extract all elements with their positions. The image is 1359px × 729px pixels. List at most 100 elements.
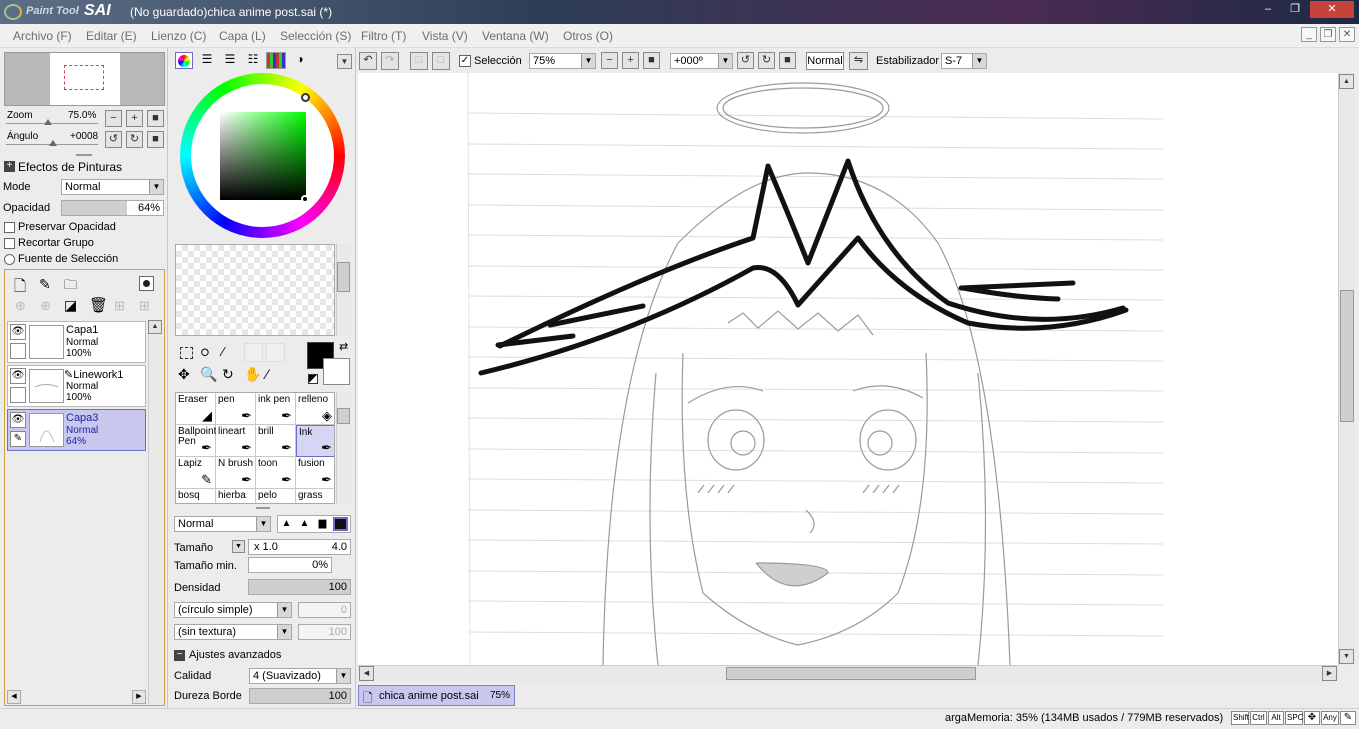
hsv-sliders-icon[interactable]: ☰ <box>220 52 240 69</box>
visibility-eye-icon[interactable]: 👁 <box>10 412 26 428</box>
brush-tool-slot[interactable]: N brush ✒ <box>216 457 256 489</box>
canvas-scroll-right-button[interactable]: ▶ <box>1322 666 1337 681</box>
brush-tool-slot[interactable]: brill ✒ <box>256 425 296 457</box>
size-slider[interactable]: x 1.0 4.0 <box>248 539 351 555</box>
close-button[interactable]: ✕ <box>1310 1 1354 18</box>
scratchpad-area[interactable] <box>175 244 335 336</box>
brush-blend-dropdown[interactable]: Normal ▼ <box>174 516 271 532</box>
rotate-left-button[interactable]: ↺ <box>105 131 122 148</box>
zoom-slider[interactable] <box>6 123 98 124</box>
expand-icon[interactable]: + <box>4 161 15 172</box>
zoom-icon[interactable]: 🔍 <box>200 366 217 383</box>
layer-item[interactable]: 👁 ✎Linework1 Normal 100% <box>7 365 146 407</box>
menu-lienzo[interactable]: Lienzo (C) <box>151 29 206 43</box>
brush-shape-dropdown[interactable]: (círculo simple) ▼ <box>174 602 292 618</box>
toolbar-rotate-right-button[interactable]: ↻ <box>758 52 775 69</box>
magic-wand-icon[interactable]: ⁄ <box>222 344 224 359</box>
restore-button[interactable]: ❐ <box>1283 1 1307 18</box>
brush-tool-slot[interactable]: Lapiz ✎ <box>176 457 216 489</box>
menu-otros[interactable]: Otros (O) <box>563 29 613 43</box>
zoom-in-button[interactable]: + <box>126 110 143 127</box>
toolbar-rotate-reset-button[interactable]: ■ <box>779 52 796 69</box>
brush-tool-slot[interactable]: toon ✒ <box>256 457 296 489</box>
brush-shape-hard-icon[interactable]: ▆ <box>315 517 330 531</box>
brush-tool-slot[interactable]: fusion ✒ <box>296 457 334 489</box>
zoom-out-button[interactable]: − <box>105 110 122 127</box>
layer-item[interactable]: 👁 Capa1 Normal 100% <box>7 321 146 363</box>
preserve-opacity-checkbox[interactable] <box>4 222 15 233</box>
selection-checkbox[interactable]: ✓ <box>459 55 471 67</box>
canvas-scroll-up-button[interactable]: ▲ <box>1339 74 1354 89</box>
layer-mask-icon[interactable] <box>139 276 154 291</box>
toolbar-zoom-in-button[interactable]: + <box>622 52 639 69</box>
zoom-slider-thumb-icon[interactable] <box>44 119 52 125</box>
collapse-icon[interactable]: − <box>174 650 185 661</box>
rotate-right-button[interactable]: ↻ <box>126 131 143 148</box>
zoom-reset-button[interactable]: ■ <box>147 110 164 127</box>
default-colors-icon[interactable] <box>308 374 318 384</box>
brush-texture-dropdown[interactable]: (sin textura) ▼ <box>174 624 292 640</box>
edge-hardness-slider[interactable]: 100 <box>249 688 351 704</box>
brush-tool-slot[interactable]: grass <box>296 489 334 503</box>
shape-strength-slider[interactable]: 0 <box>298 602 351 618</box>
panel-splitter[interactable] <box>76 154 92 156</box>
panel-menu-button[interactable]: ▼ <box>337 54 352 69</box>
visibility-eye-icon[interactable]: 👁 <box>10 368 26 384</box>
new-folder-icon[interactable]: 🗀 <box>64 276 77 298</box>
new-linework-layer-icon[interactable]: ✎ <box>39 276 51 293</box>
swatches-icon[interactable] <box>266 52 286 69</box>
drawing-canvas[interactable] <box>358 73 1338 665</box>
size-multiplier-chevron-icon[interactable]: ▼ <box>232 540 245 553</box>
clear-layer-icon[interactable]: ◪ <box>64 297 77 314</box>
layer-lock-toggle[interactable] <box>10 387 26 403</box>
scratchpad-icon[interactable]: ◑ <box>290 52 310 69</box>
mdi-restore-button[interactable]: ❐ <box>1320 27 1336 42</box>
stabilizer-dropdown[interactable]: S-7 ▼ <box>941 53 987 69</box>
selection-source-radio[interactable] <box>4 254 15 265</box>
menu-capa[interactable]: Capa (L) <box>219 29 266 43</box>
eyedropper-icon[interactable]: ⁄ <box>266 366 268 382</box>
navigator-viewport-frame[interactable] <box>64 65 104 90</box>
color-wheel-tab[interactable] <box>175 52 193 69</box>
density-slider[interactable]: 100 <box>248 579 351 595</box>
canvas-hscroll-thumb[interactable] <box>726 667 976 680</box>
menu-seleccion[interactable]: Selección (S) <box>280 29 351 43</box>
color-mixer-icon[interactable]: ☷ <box>243 52 263 69</box>
navigator-preview[interactable] <box>4 52 165 106</box>
toolbar-zoom-out-button[interactable]: − <box>601 52 618 69</box>
brush-shape-soft-icon[interactable]: ▲ <box>279 517 294 531</box>
canvas-vscroll-thumb[interactable] <box>1340 290 1354 422</box>
invert-selection-button[interactable]: □ <box>432 52 450 70</box>
view-mode-button[interactable]: Normal <box>806 52 844 70</box>
menu-editar[interactable]: Editar (E) <box>86 29 137 43</box>
panel-splitter[interactable] <box>256 507 270 509</box>
redo-button[interactable]: ↷ <box>381 52 399 70</box>
brush-tool-slot[interactable]: ink pen ✒ <box>256 393 296 425</box>
transfer-down-icon[interactable]: ⊕ <box>15 298 26 314</box>
min-size-slider[interactable]: 0% <box>248 557 332 573</box>
layer-scrollbar[interactable] <box>148 320 162 704</box>
brush-shape-square-icon[interactable] <box>333 517 348 531</box>
angle-dropdown[interactable]: +000º ▼ <box>670 53 733 69</box>
rect-select-icon[interactable] <box>180 347 193 359</box>
menu-vista[interactable]: Vista (V) <box>422 29 468 43</box>
flip-canvas-button[interactable]: ⇋ <box>849 52 868 70</box>
brush-tool-slot[interactable]: bosq <box>176 489 216 503</box>
toolbar-zoom-reset-button[interactable]: ■ <box>643 52 660 69</box>
merge-down-icon[interactable]: ⊕ <box>40 298 51 314</box>
rotate-reset-button[interactable]: ■ <box>147 131 164 148</box>
menu-filtro[interactable]: Filtro (T) <box>361 29 406 43</box>
brush-tool-slot[interactable]: relleno ◈ <box>296 393 334 425</box>
texture-strength-slider[interactable]: 100 <box>298 624 351 640</box>
layer-lock-toggle[interactable] <box>10 343 26 359</box>
merge-visible-icon[interactable]: ⊞ <box>114 298 125 314</box>
hand-icon[interactable]: ✋ <box>244 366 261 383</box>
rotate-icon[interactable]: ↻ <box>222 366 234 383</box>
mdi-minimize-button[interactable]: _ <box>1301 27 1317 42</box>
brush-lock-icon[interactable]: ✎ <box>10 431 26 447</box>
clip-group-checkbox[interactable] <box>4 238 15 249</box>
mode-dropdown[interactable]: Normal ▼ <box>61 179 164 195</box>
angle-slider-thumb-icon[interactable] <box>49 140 57 146</box>
trash-icon[interactable]: 🗑 <box>89 296 108 314</box>
toolbar-rotate-left-button[interactable]: ↺ <box>737 52 754 69</box>
